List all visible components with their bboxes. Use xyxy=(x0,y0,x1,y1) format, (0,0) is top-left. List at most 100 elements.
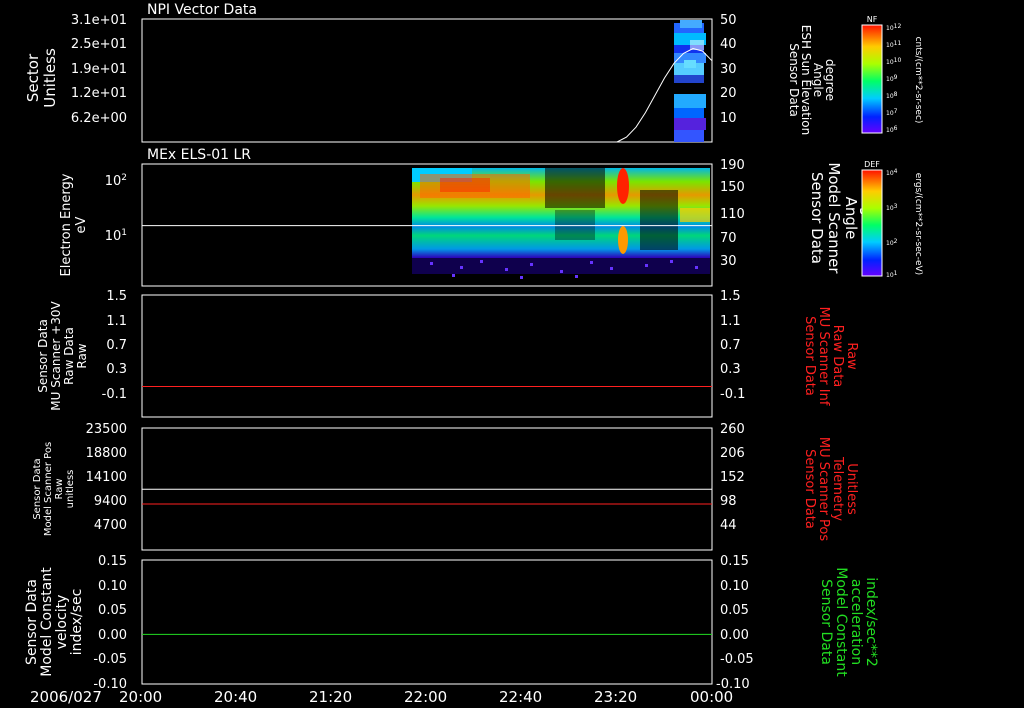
p4-ylabel-3: unitless xyxy=(65,470,76,509)
p5-y2tick-1: 0.10 xyxy=(720,579,749,594)
p3-y2tick-0: 1.5 xyxy=(720,289,741,304)
p1-ytick-3: 1.2e+01 xyxy=(71,86,127,101)
p3-y2tick-2: 0.7 xyxy=(720,338,741,353)
p4-ylabel-2: Raw xyxy=(54,478,65,499)
x-tick-5: 23:20 xyxy=(594,688,637,706)
p1-ylabel-0: Sector xyxy=(24,53,42,102)
x-tick-6: 00:00 xyxy=(690,688,733,706)
def-cbar-tick-3: 101 xyxy=(886,270,898,279)
p4-y2tick-1: 206 xyxy=(720,446,745,461)
p5-y2label-1: Model Constant xyxy=(833,567,849,677)
p4-y2label-2: Telemetry xyxy=(830,456,845,521)
p1-y2label-1: ESH Sun Elevation xyxy=(799,25,813,135)
p5-ytick-0: 0.15 xyxy=(98,554,127,569)
npi-spectrogram xyxy=(674,20,706,142)
p1-y2label-3: degree xyxy=(823,59,837,101)
p1-ytick-0: 3.1e+01 xyxy=(71,13,127,28)
p3-ytick-2: 0.7 xyxy=(106,338,127,353)
x-tick-4: 22:40 xyxy=(499,688,542,706)
x-tick-3: 22:00 xyxy=(404,688,447,706)
p5-y2tick-2: 0.05 xyxy=(720,603,749,618)
p1-y2label-2: Angle xyxy=(811,63,825,97)
p2-ylabel-0: Electron Energy xyxy=(59,173,74,276)
p4-y2label-1: MU Scanner Pos xyxy=(816,437,831,542)
p2-ylabel-1: eV xyxy=(74,216,89,233)
nf-colorbar: NF 1012 1011 1010 109 108 107 106 cnts/(… xyxy=(861,15,923,134)
p1-y2tick-1: 40 xyxy=(720,37,737,52)
p4-ytick-4: 4700 xyxy=(94,518,127,533)
p1-y2label-0: Sensor Data xyxy=(787,43,801,117)
x-tick-2: 21:20 xyxy=(309,688,352,706)
def-cbar-tick-2: 102 xyxy=(886,238,898,247)
p1-y2tick-0: 50 xyxy=(720,13,737,28)
p5-y2tick-0: 0.15 xyxy=(720,554,749,569)
nf-colorbar-label: cnts/(cm**2-sr-sec) xyxy=(913,37,923,124)
p4-ylabel-1: Model Scanner Pos xyxy=(43,442,54,536)
p2-y2tick-3: 70 xyxy=(720,231,737,246)
p4-y2label-0: Sensor Data xyxy=(802,449,817,529)
def-cbar-tick-1: 103 xyxy=(886,203,898,212)
chart-figure: NPI Vector Data MEx ELS-01 LR 3.1e+01 2.… xyxy=(24,2,923,706)
p5-y2label-0: Sensor Data xyxy=(818,579,834,665)
x-tick-0: 20:00 xyxy=(119,688,162,706)
p2-ytick-1: 101 xyxy=(105,228,127,244)
p4-ytick-1: 18800 xyxy=(86,446,127,461)
p3-y2tick-3: 0.3 xyxy=(720,362,741,377)
p3-ytick-1: 1.1 xyxy=(106,314,127,329)
nf-cbar-tick-0: 1012 xyxy=(886,23,901,32)
p5-y2tick-4: -0.05 xyxy=(720,652,754,667)
nf-cbar-tick-6: 106 xyxy=(886,125,898,134)
p1-ytick-2: 1.9e+01 xyxy=(71,62,127,77)
p3-y2tick-1: 1.1 xyxy=(720,314,741,329)
panel-5-frame xyxy=(141,559,713,685)
p3-ylabel-2: Raw Data xyxy=(62,327,76,385)
x-date-label: 2006/027 xyxy=(30,688,102,706)
p1-y2tick-4: 10 xyxy=(720,111,737,126)
panel-3-frame xyxy=(141,294,713,418)
p2-y2label-1: Model Scanner xyxy=(825,162,843,274)
p5-y2tick-3: 0.00 xyxy=(720,628,749,643)
els-spectrogram xyxy=(412,168,710,279)
p3-y2label-3: Raw xyxy=(844,342,859,370)
panel-1-frame xyxy=(141,18,713,143)
p2-y2tick-4: 30 xyxy=(720,254,737,269)
p5-y2label-3: index/sec**2 xyxy=(863,577,879,667)
p4-y2tick-0: 260 xyxy=(720,422,745,437)
p1-y2tick-3: 20 xyxy=(720,86,737,101)
els-panel-title: MEx ELS-01 LR xyxy=(147,147,251,163)
p5-ytick-2: 0.05 xyxy=(98,603,127,618)
p5-y2label-2: acceleration xyxy=(848,579,864,665)
p1-y2tick-2: 30 xyxy=(720,62,737,77)
p4-y2label-3: Unitless xyxy=(844,463,859,515)
p3-ytick-4: -0.1 xyxy=(102,387,127,402)
p5-ytick-3: 0.00 xyxy=(98,628,127,643)
p3-ylabel-0: Sensor Data xyxy=(36,319,50,393)
x-tick-1: 20:40 xyxy=(214,688,257,706)
p4-ylabel-0: Sensor Data xyxy=(32,458,43,519)
p4-y2tick-2: 152 xyxy=(720,470,745,485)
p5-ylabel-2: velocity xyxy=(54,595,70,650)
p3-y2tick-4: -0.1 xyxy=(720,387,745,402)
p4-ytick-2: 14100 xyxy=(86,470,127,485)
p4-ytick-0: 23500 xyxy=(86,422,127,437)
nf-cbar-tick-5: 107 xyxy=(886,108,898,117)
p3-y2label-1: MU Scanner Inf xyxy=(816,307,831,406)
npi-panel-title: NPI Vector Data xyxy=(147,2,257,18)
nf-cbar-tick-4: 108 xyxy=(886,91,898,100)
p2-y2label-0: Sensor Data xyxy=(808,172,826,264)
p1-ytick-1: 2.5e+01 xyxy=(71,37,127,52)
nf-cbar-tick-3: 109 xyxy=(886,74,898,83)
def-colorbar-label: ergs/(cm**2-sr-sec-eV) xyxy=(913,173,923,275)
def-cbar-tick-0: 104 xyxy=(886,168,898,177)
p3-ylabel-3: Raw xyxy=(75,343,89,368)
p4-y2tick-3: 98 xyxy=(720,494,737,509)
nf-cbar-tick-1: 1011 xyxy=(886,40,901,49)
nf-colorbar-title: NF xyxy=(867,15,878,24)
p3-ytick-3: 0.3 xyxy=(106,362,127,377)
p5-ylabel-0: Sensor Data xyxy=(24,579,40,665)
p1-ylabel-1: Unitless xyxy=(41,48,59,108)
p2-y2label-2: Angle xyxy=(842,197,860,240)
p1-ytick-4: 6.2e+00 xyxy=(71,111,127,126)
p2-y2tick-2: 110 xyxy=(720,207,745,222)
nf-cbar-tick-2: 1010 xyxy=(886,57,901,66)
